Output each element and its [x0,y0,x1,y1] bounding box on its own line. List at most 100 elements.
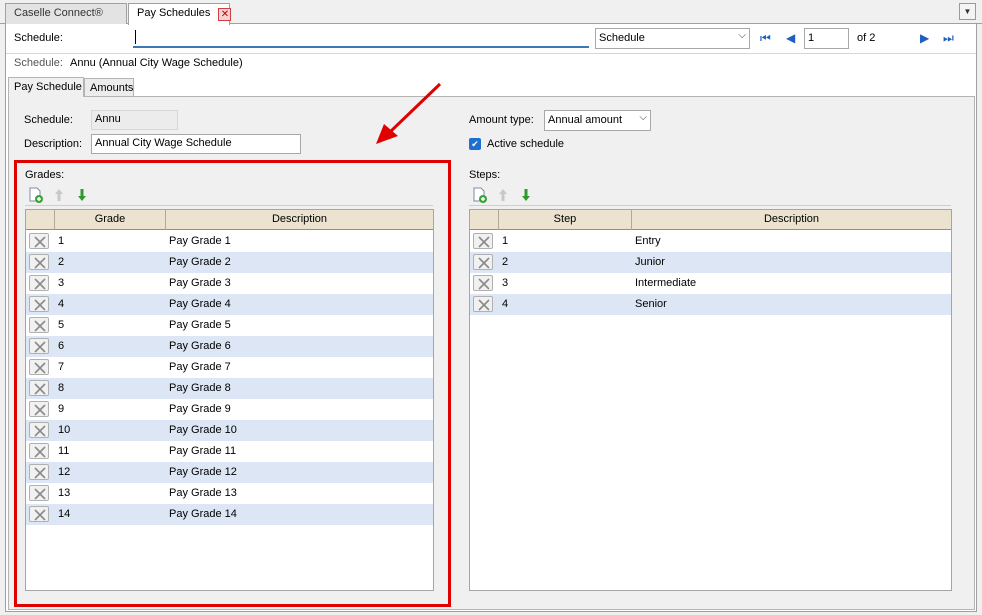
move-up-icon[interactable] [495,187,511,203]
description-cell[interactable]: Pay Grade 2 [169,252,231,273]
previous-record-icon[interactable]: ◀ [786,31,795,45]
search-type-select[interactable]: Schedule ⌵ [595,28,750,49]
tab-pay-schedules[interactable]: Pay Schedules ✕ [128,3,232,25]
next-record-icon[interactable]: ▶ [920,31,929,45]
amount-type-select[interactable]: Annual amount ⌵ [544,110,651,131]
description-cell[interactable]: Pay Grade 6 [169,336,231,357]
delete-row-icon[interactable] [473,296,493,312]
move-down-icon[interactable] [518,187,534,203]
description-field[interactable]: Annual City Wage Schedule [91,134,301,154]
delete-row-icon[interactable] [29,464,49,480]
delete-row-icon[interactable] [29,317,49,333]
grade-cell[interactable]: 10 [58,420,158,441]
table-row[interactable]: 11 Pay Grade 11 [26,441,433,462]
delete-row-icon[interactable] [29,338,49,354]
grade-cell[interactable]: 9 [58,399,158,420]
grade-cell[interactable]: 13 [58,483,158,504]
grade-cell[interactable]: 12 [58,462,158,483]
move-up-icon[interactable] [51,187,67,203]
table-row[interactable]: 6 Pay Grade 6 [26,336,433,357]
table-row[interactable]: 4 Pay Grade 4 [26,294,433,315]
table-row[interactable]: 1 Pay Grade 1 [26,231,433,252]
grade-cell[interactable]: 2 [58,252,158,273]
description-cell[interactable]: Pay Grade 7 [169,357,231,378]
column-header-description[interactable]: Description [166,210,433,230]
step-cell[interactable]: 4 [502,294,622,315]
description-cell[interactable]: Pay Grade 11 [169,441,236,462]
first-record-icon[interactable]: ⏮ [760,31,771,46]
description-cell[interactable]: Pay Grade 10 [169,420,237,441]
last-record-icon[interactable]: ⏭ [943,31,954,46]
description-cell[interactable]: Pay Grade 9 [169,399,231,420]
delete-row-icon[interactable] [473,275,493,291]
table-row[interactable]: 2 Pay Grade 2 [26,252,433,273]
delete-row-icon[interactable] [29,506,49,522]
grade-cell[interactable]: 7 [58,357,158,378]
grade-cell[interactable]: 6 [58,336,158,357]
delete-row-icon[interactable] [29,359,49,375]
delete-row-icon[interactable] [29,380,49,396]
table-row[interactable]: 7 Pay Grade 7 [26,357,433,378]
delete-row-icon[interactable] [29,443,49,459]
delete-row-icon[interactable] [29,422,49,438]
table-row[interactable]: 10 Pay Grade 10 [26,420,433,441]
tab-amounts[interactable]: Amounts [84,78,134,97]
grade-cell[interactable]: 8 [58,378,158,399]
description-cell[interactable]: Junior [635,252,665,273]
delete-row-icon[interactable] [29,275,49,291]
delete-row-icon[interactable] [29,401,49,417]
delete-row-icon[interactable] [473,254,493,270]
table-row[interactable]: 2 Junior [470,252,951,273]
description-cell[interactable]: Entry [635,231,661,252]
move-down-icon[interactable] [74,187,90,203]
add-row-icon[interactable] [472,187,488,203]
schedule-search-input[interactable] [133,28,589,48]
delete-row-icon[interactable] [29,485,49,501]
table-row[interactable]: 9 Pay Grade 9 [26,399,433,420]
description-cell[interactable]: Pay Grade 1 [169,231,231,252]
table-row[interactable]: 5 Pay Grade 5 [26,315,433,336]
description-cell[interactable]: Pay Grade 5 [169,315,231,336]
description-cell[interactable]: Pay Grade 3 [169,273,231,294]
description-field-label: Description: [24,138,83,150]
column-header-step[interactable]: Step [499,210,632,230]
description-cell[interactable]: Senior [635,294,667,315]
active-schedule-checkbox[interactable]: ✔ [469,138,481,150]
step-cell[interactable]: 1 [502,231,622,252]
table-row[interactable]: 14 Pay Grade 14 [26,504,433,525]
close-tab-icon[interactable]: ✕ [218,8,232,21]
table-row[interactable]: 13 Pay Grade 13 [26,483,433,504]
grade-cell[interactable]: 5 [58,315,158,336]
grade-cell[interactable]: 1 [58,231,158,252]
description-cell[interactable]: Pay Grade 4 [169,294,231,315]
column-header-description[interactable]: Description [632,210,951,230]
grade-cell[interactable]: 14 [58,504,158,525]
description-cell[interactable]: Pay Grade 8 [169,378,231,399]
delete-row-icon[interactable] [473,233,493,249]
delete-row-icon[interactable] [29,254,49,270]
column-header-grade[interactable]: Grade [55,210,166,230]
delete-row-icon[interactable] [29,296,49,312]
table-row[interactable]: 4 Senior [470,294,951,315]
grade-cell[interactable]: 3 [58,273,158,294]
description-cell[interactable]: Pay Grade 13 [169,483,237,504]
tab-caselle-connect[interactable]: Caselle Connect® [5,3,127,24]
grade-cell[interactable]: 11 [58,441,158,462]
table-row[interactable]: 3 Intermediate [470,273,951,294]
grade-cell[interactable]: 4 [58,294,158,315]
description-cell[interactable]: Pay Grade 14 [169,504,237,525]
add-row-icon[interactable] [28,187,44,203]
tab-pay-schedule[interactable]: Pay Schedule [8,77,84,97]
table-row[interactable]: 12 Pay Grade 12 [26,462,433,483]
step-cell[interactable]: 3 [502,273,622,294]
table-row[interactable]: 8 Pay Grade 8 [26,378,433,399]
description-cell[interactable]: Intermediate [635,273,696,294]
amount-type-label: Amount type: [469,114,534,126]
table-row[interactable]: 3 Pay Grade 3 [26,273,433,294]
record-number-input[interactable]: 1 [804,28,849,49]
delete-row-icon[interactable] [29,233,49,249]
tab-menu-dropdown-button[interactable]: ▼ [959,3,976,20]
table-row[interactable]: 1 Entry [470,231,951,252]
description-cell[interactable]: Pay Grade 12 [169,462,237,483]
step-cell[interactable]: 2 [502,252,622,273]
